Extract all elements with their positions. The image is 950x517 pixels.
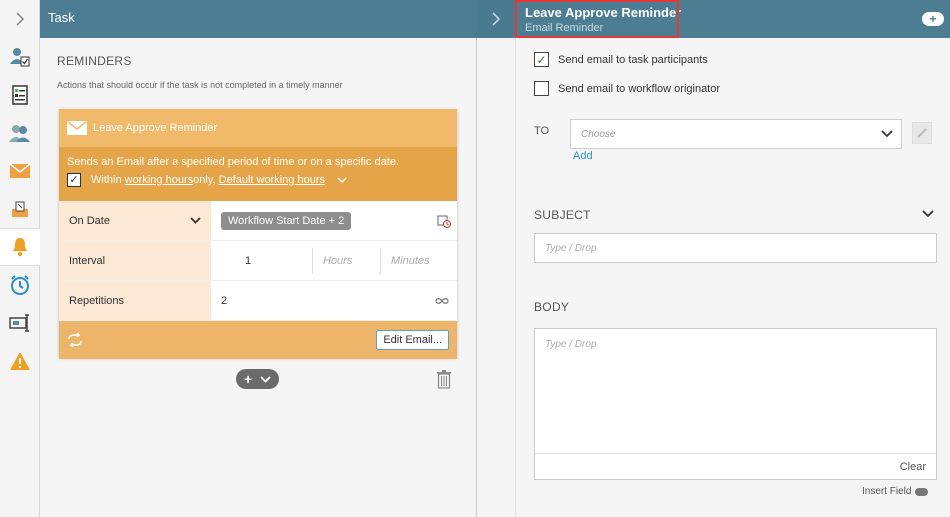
working-hours-checkbox[interactable]: ✓ bbox=[67, 173, 81, 187]
reminders-description: Actions that should occur if the task is… bbox=[57, 80, 343, 90]
subject-collapse-chevron-icon[interactable] bbox=[922, 210, 934, 218]
reminder-card-description: Sends an Email after a specified period … bbox=[59, 147, 457, 201]
interval-hours-input[interactable]: Hours bbox=[313, 247, 381, 274]
body-label: BODY bbox=[534, 300, 570, 314]
title-highlight-box bbox=[515, 0, 679, 38]
send-originator-label: Send email to workflow originator bbox=[558, 82, 721, 95]
chevron-down-icon bbox=[190, 217, 201, 224]
calendar-clock-icon[interactable] bbox=[437, 214, 451, 228]
reminders-title: REMINDERS bbox=[57, 54, 132, 68]
user-task-icon[interactable] bbox=[0, 38, 39, 76]
interval-days-input[interactable]: 1 bbox=[221, 247, 313, 274]
repetitions-label-cell: Repetitions bbox=[59, 281, 211, 320]
send-participants-checkbox[interactable]: ✓ bbox=[534, 52, 549, 67]
task-header: Task bbox=[40, 0, 477, 38]
only-text: only, bbox=[193, 174, 216, 186]
subject-input[interactable]: Type / Drop bbox=[534, 233, 937, 263]
bell-icon[interactable] bbox=[0, 228, 40, 266]
interval-row: Interval 1 Hours Minutes bbox=[59, 241, 457, 281]
infinity-icon[interactable] bbox=[435, 297, 449, 305]
reminder-card-title: Leave Approve Reminder bbox=[93, 122, 218, 134]
send-originator-checkbox[interactable] bbox=[534, 81, 549, 96]
email-reminder-panel: ✓ Send email to task participants Send e… bbox=[515, 38, 950, 517]
pencil-icon bbox=[917, 128, 927, 138]
panel-toggle-chevron-icon[interactable] bbox=[477, 0, 515, 38]
email-icon[interactable] bbox=[0, 152, 39, 190]
body-placeholder: Type / Drop bbox=[545, 339, 597, 350]
repeat-icon[interactable] bbox=[67, 333, 83, 347]
to-placeholder: Choose bbox=[581, 128, 616, 140]
reminder-card-header[interactable]: Leave Approve Reminder bbox=[59, 109, 457, 147]
body-editor[interactable]: Type / Drop Clear bbox=[534, 328, 937, 480]
send-participants-label: Send email to task participants bbox=[558, 53, 708, 66]
interval-minutes-input[interactable]: Minutes bbox=[381, 241, 430, 280]
repetitions-label: Repetitions bbox=[69, 294, 125, 307]
reminder-card-footer: Edit Email... bbox=[59, 321, 457, 359]
insert-field-toggle[interactable]: Insert Field bbox=[862, 486, 929, 497]
users-icon[interactable] bbox=[0, 114, 39, 152]
chevron-down-icon bbox=[260, 375, 271, 383]
subject-label: SUBJECT bbox=[534, 208, 591, 222]
edit-email-button[interactable]: Edit Email... bbox=[376, 330, 449, 350]
send-originator-row: Send email to workflow originator bbox=[534, 81, 720, 96]
trash-icon[interactable] bbox=[436, 369, 452, 389]
working-hours-link[interactable]: working hours bbox=[125, 174, 193, 186]
repetitions-row: Repetitions 2 bbox=[59, 281, 457, 321]
header-plus-toggle-icon[interactable]: + bbox=[922, 12, 944, 26]
warning-icon[interactable] bbox=[0, 342, 39, 380]
expand-chevron-icon[interactable] bbox=[0, 0, 39, 38]
envelope-icon bbox=[67, 121, 87, 135]
reminder-card: Leave Approve Reminder Sends an Email af… bbox=[59, 109, 457, 359]
plus-icon: + bbox=[243, 371, 253, 387]
interval-label: Interval bbox=[69, 254, 106, 267]
on-date-value-chip[interactable]: Workflow Start Date + 2 bbox=[221, 211, 352, 230]
chevron-down-icon[interactable] bbox=[337, 177, 347, 183]
add-reminder-button[interactable]: + bbox=[236, 369, 279, 389]
on-date-label: On Date bbox=[69, 214, 110, 227]
interval-label-cell: Interval bbox=[59, 241, 211, 280]
task-header-title: Task bbox=[48, 10, 75, 25]
inbox-icon[interactable] bbox=[0, 190, 39, 228]
to-label: TO bbox=[534, 125, 550, 137]
alarm-clock-icon[interactable] bbox=[0, 266, 39, 304]
add-recipient-link[interactable]: Add bbox=[573, 150, 593, 162]
on-date-dropdown[interactable]: On Date bbox=[59, 201, 211, 240]
insert-field-label: Insert Field bbox=[862, 486, 912, 497]
clear-button[interactable]: Clear bbox=[900, 461, 926, 473]
toggle-icon bbox=[915, 487, 929, 496]
rename-icon[interactable] bbox=[0, 304, 39, 342]
send-participants-row: ✓ Send email to task participants bbox=[534, 52, 708, 67]
body-footer: Clear bbox=[535, 453, 936, 479]
to-recipient-select[interactable]: Choose bbox=[570, 119, 902, 149]
reminders-panel: REMINDERS Actions that should occur if t… bbox=[40, 38, 477, 517]
within-prefix: Within bbox=[91, 174, 122, 186]
subject-placeholder: Type / Drop bbox=[545, 242, 597, 254]
repetitions-input[interactable]: 2 bbox=[221, 295, 227, 307]
on-date-row: On Date Workflow Start Date + 2 bbox=[59, 201, 457, 241]
left-rail bbox=[0, 0, 40, 517]
form-icon[interactable] bbox=[0, 76, 39, 114]
chevron-down-icon bbox=[881, 130, 893, 138]
to-edit-button[interactable] bbox=[912, 122, 932, 144]
reminder-desc-text: Sends an Email after a specified period … bbox=[67, 156, 400, 168]
default-working-hours-link[interactable]: Default working hours bbox=[219, 174, 325, 186]
